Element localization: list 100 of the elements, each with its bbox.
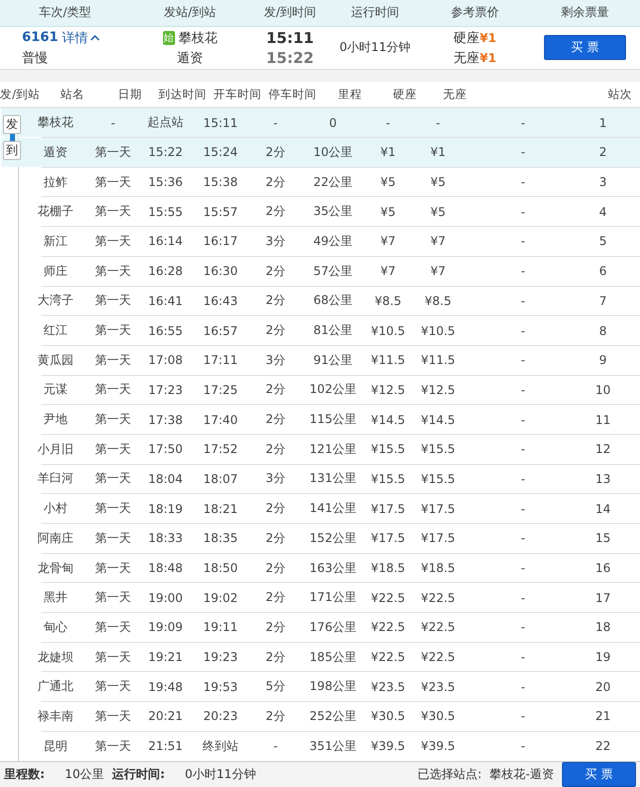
stop-row[interactable]: 小月旧 第一天 17:50 17:52 2分 121公里 ¥15.5 ¥15.5 - 12 xyxy=(1,434,640,464)
table-cell: 2分 xyxy=(266,381,286,398)
table-cell: 17:52 xyxy=(203,442,238,456)
table-cell: 黄瓜园 xyxy=(38,352,74,369)
table-cell: 第一天 xyxy=(95,589,131,606)
table-cell: 7 xyxy=(599,294,607,308)
column-header: 到达时间 xyxy=(158,87,206,102)
stop-row[interactable]: 红江 第一天 16:55 16:57 2分 81公里 ¥10.5 ¥10.5 - 8 xyxy=(1,316,640,345)
table-cell: - xyxy=(273,739,278,754)
stop-row[interactable]: 到 遁资 第一天 15:22 15:24 2分 10公里 ¥1 ¥1 - 2 xyxy=(1,138,640,167)
table-cell: ¥22.5 xyxy=(370,650,406,664)
buy-ticket-button[interactable]: 买票 xyxy=(562,762,636,787)
table-cell: 2分 xyxy=(266,292,286,310)
table-cell: ¥5 xyxy=(430,175,446,190)
travel-duration: 0小时11分钟 xyxy=(340,39,410,56)
table-cell: ¥5 xyxy=(430,204,446,219)
table-cell: ¥23.5 xyxy=(370,680,406,694)
table-cell: 15 xyxy=(595,531,611,546)
stop-row[interactable]: 新江 第一天 16:14 16:17 3分 49公里 ¥7 ¥7 - 5 xyxy=(1,227,640,256)
stop-row[interactable]: 发 攀枝花 - 起点站 15:11 - 0 - - - 1 xyxy=(1,108,640,138)
table-cell: - xyxy=(520,175,526,190)
table-cell: 遁资 xyxy=(44,144,68,161)
table-cell: 起点站 xyxy=(148,114,184,132)
table-cell: 252公里 xyxy=(310,708,356,725)
table-cell: 18:33 xyxy=(148,531,183,546)
table-cell: 黑井 xyxy=(44,589,68,606)
table-cell: 18:50 xyxy=(203,561,238,576)
table-cell: 19:09 xyxy=(148,620,183,634)
column-header: 里程 xyxy=(338,87,362,102)
stop-row[interactable]: 尹地 第一天 17:38 17:40 2分 115公里 ¥14.5 ¥14.5 - 11 xyxy=(1,405,640,434)
table-cell: ¥10.5 xyxy=(420,324,456,338)
table-cell: 102公里 xyxy=(310,381,356,398)
table-cell: ¥22.5 xyxy=(420,620,456,634)
table-cell: 2 xyxy=(599,145,607,160)
table-cell: 121公里 xyxy=(310,440,356,458)
table-cell: 第一天 xyxy=(95,738,131,755)
table-cell: 5 xyxy=(599,234,607,248)
table-cell: 15:55 xyxy=(148,204,183,219)
table-cell: - xyxy=(436,116,440,130)
table-cell: - xyxy=(520,590,526,605)
table-cell: - xyxy=(520,264,526,278)
table-cell: 第一天 xyxy=(95,144,131,161)
table-cell: 18:04 xyxy=(148,472,183,486)
table-cell: ¥22.5 xyxy=(420,590,456,605)
stop-row[interactable]: 甸心 第一天 19:09 19:11 2分 176公里 ¥22.5 ¥22.5 - 18 xyxy=(1,613,640,642)
table-cell: ¥39.5 xyxy=(420,739,456,754)
stop-row[interactable]: 禄丰南 第一天 20:21 20:23 2分 252公里 ¥30.5 ¥30.5 - 21 xyxy=(1,702,640,731)
table-cell: 18:21 xyxy=(203,502,238,516)
table-cell: 19:23 xyxy=(203,650,238,664)
stop-row[interactable]: 龙婕坝 第一天 19:21 19:23 2分 185公里 ¥22.5 ¥22.5 - 19 xyxy=(1,642,640,672)
table-cell: 2分 xyxy=(266,708,286,725)
stop-row[interactable]: 黑井 第一天 19:00 19:02 2分 171公里 ¥22.5 ¥22.5 - 17 xyxy=(1,583,640,612)
table-cell: ¥17.5 xyxy=(370,531,406,546)
table-cell: 第一天 xyxy=(95,678,131,696)
column-header: 发站/到站 xyxy=(164,4,216,22)
stop-row[interactable]: 昆明 第一天 21:51 终到站 - 351公里 ¥39.5 ¥39.5 - 22 xyxy=(1,732,640,760)
stop-row[interactable]: 广通北 第一天 19:48 19:53 5分 198公里 ¥23.5 ¥23.5 - 20 xyxy=(1,672,640,702)
table-cell: 19:48 xyxy=(148,680,183,694)
table-cell: - xyxy=(520,680,526,694)
table-cell: 花棚子 xyxy=(38,203,74,220)
table-cell: 16:14 xyxy=(148,234,183,248)
table-cell: 198公里 xyxy=(310,678,356,696)
table-cell: ¥12.5 xyxy=(370,382,406,397)
table-cell: 2分 xyxy=(266,203,286,220)
table-cell: 9 xyxy=(599,353,607,368)
table-cell: 15:36 xyxy=(148,175,183,190)
table-cell: 3 xyxy=(599,175,607,190)
table-cell: 185公里 xyxy=(310,648,356,666)
stop-row[interactable]: 羊臼河 第一天 18:04 18:07 3分 131公里 ¥15.5 ¥15.5 - 13 xyxy=(1,464,640,494)
table-cell: - xyxy=(520,620,526,634)
table-cell: 第一天 xyxy=(95,500,131,518)
table-cell: 15:38 xyxy=(203,175,238,190)
buy-ticket-button[interactable]: 买票 xyxy=(544,35,626,60)
details-link[interactable]: 详情 xyxy=(62,28,100,47)
table-cell: 终到站 xyxy=(202,738,238,755)
stop-row[interactable]: 龙骨甸 第一天 18:48 18:50 2分 163公里 ¥18.5 ¥18.5 - 16 xyxy=(1,554,640,582)
table-cell: 131公里 xyxy=(310,470,356,488)
table-cell: 第一天 xyxy=(95,381,131,398)
table-cell: 176公里 xyxy=(310,618,356,636)
stop-row[interactable]: 拉鲊 第一天 15:36 15:38 2分 22公里 ¥5 ¥5 - 3 xyxy=(1,168,640,196)
table-cell: 尹地 xyxy=(44,411,68,428)
stop-row[interactable]: 黄瓜园 第一天 17:08 17:11 3分 91公里 ¥11.5 ¥11.5 - 9 xyxy=(1,346,640,375)
stop-row[interactable]: 元谋 第一天 17:23 17:25 2分 102公里 ¥12.5 ¥12.5 - 10 xyxy=(1,376,640,404)
table-cell: ¥8.5 xyxy=(424,294,452,308)
table-cell: ¥15.5 xyxy=(420,442,456,456)
stop-row[interactable]: 阿南庄 第一天 18:33 18:35 2分 152公里 ¥17.5 ¥17.5 - 15 xyxy=(1,524,640,553)
table-cell: - xyxy=(273,116,278,130)
table-cell: 19:02 xyxy=(203,590,238,605)
stop-row[interactable]: 大湾子 第一天 16:41 16:43 2分 68公里 ¥8.5 ¥8.5 - 7 xyxy=(1,286,640,316)
table-cell: - xyxy=(520,324,526,338)
table-cell: 19:53 xyxy=(203,680,238,694)
table-cell: 第一天 xyxy=(95,411,131,428)
table-cell: 2分 xyxy=(266,589,286,606)
stop-row[interactable]: 花棚子 第一天 15:55 15:57 2分 35公里 ¥5 ¥5 - 4 xyxy=(1,197,640,226)
stop-row[interactable]: 师庄 第一天 16:28 16:30 2分 57公里 ¥7 ¥7 - 6 xyxy=(1,256,640,286)
stop-row[interactable]: 小村 第一天 18:19 18:21 2分 141公里 ¥17.5 ¥17.5 - 14 xyxy=(1,494,640,523)
table-cell: ¥5 xyxy=(380,175,396,190)
seat-type: 硬座 xyxy=(454,30,480,47)
table-cell: 141公里 xyxy=(310,500,356,518)
ticket-price: ¥1 xyxy=(480,30,496,45)
